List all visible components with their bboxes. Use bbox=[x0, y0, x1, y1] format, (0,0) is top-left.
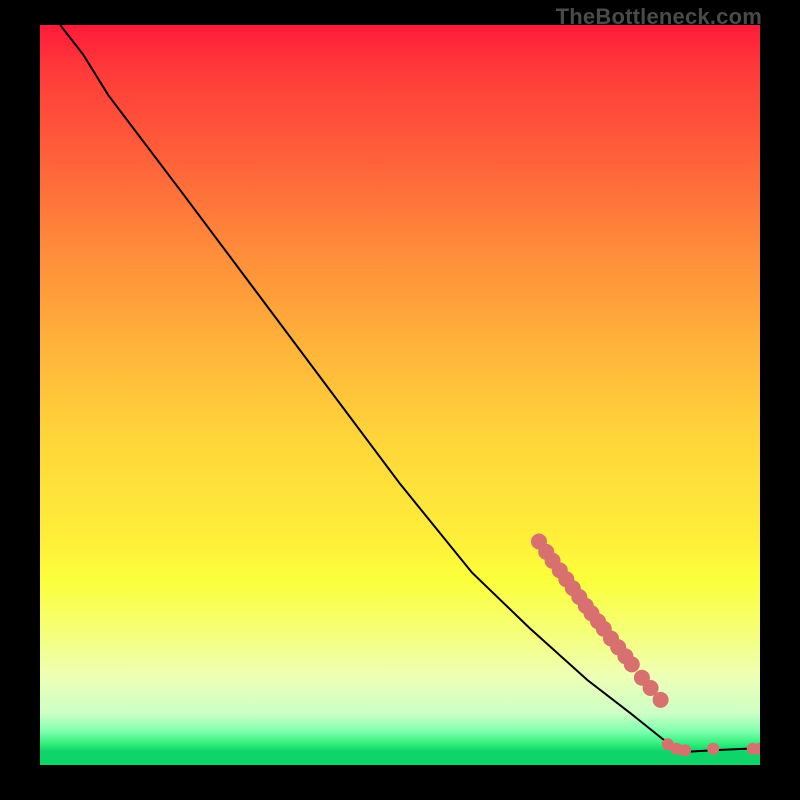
data-point bbox=[624, 657, 639, 672]
data-point bbox=[643, 681, 658, 696]
cluster-points bbox=[532, 534, 669, 707]
chart-frame: TheBottleneck.com bbox=[0, 0, 800, 800]
bottleneck-curve bbox=[60, 25, 760, 752]
near-bottom-points bbox=[662, 739, 760, 756]
data-point bbox=[680, 745, 691, 756]
chart-overlay bbox=[40, 25, 760, 765]
data-point bbox=[653, 692, 668, 707]
plot-area bbox=[40, 25, 760, 765]
data-point bbox=[708, 743, 719, 754]
